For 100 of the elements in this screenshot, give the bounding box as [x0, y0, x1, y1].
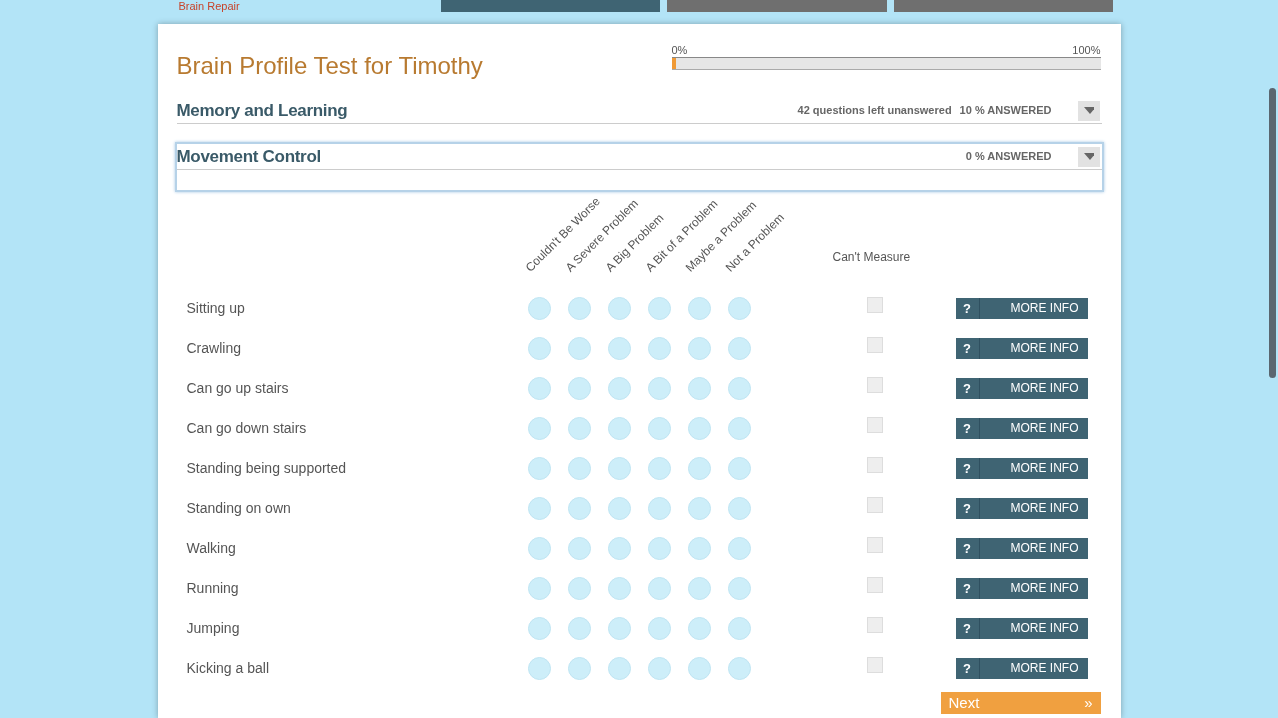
- rating-radio[interactable]: [527, 656, 551, 680]
- cant-measure-checkbox[interactable]: [866, 377, 883, 393]
- rating-radio[interactable]: [527, 576, 551, 600]
- rating-radio[interactable]: [687, 376, 711, 400]
- rating-radio[interactable]: [567, 336, 591, 360]
- section-panel[interactable]: Movement Control 0 % ANSWERED: [174, 142, 1104, 192]
- rating-radio[interactable]: [727, 536, 751, 560]
- cant-measure-checkbox[interactable]: [866, 337, 883, 353]
- rating-radio[interactable]: [607, 616, 631, 640]
- rating-radio[interactable]: [687, 456, 711, 480]
- cant-measure-checkbox[interactable]: [866, 497, 883, 513]
- cant-measure-checkbox[interactable]: [866, 537, 883, 553]
- more-info-button[interactable]: ? MORE INFO: [955, 337, 1088, 359]
- question-label: Sitting up: [186, 298, 245, 318]
- rating-radio[interactable]: [687, 656, 711, 680]
- rating-radio[interactable]: [727, 616, 751, 640]
- rating-radio[interactable]: [607, 336, 631, 360]
- more-info-button[interactable]: ? MORE INFO: [955, 657, 1088, 679]
- more-info-button[interactable]: ? MORE INFO: [955, 417, 1088, 439]
- rating-radio[interactable]: [727, 336, 751, 360]
- rating-radio[interactable]: [567, 656, 591, 680]
- more-info-button[interactable]: ? MORE INFO: [955, 497, 1088, 519]
- answered-percent: 10 % ANSWERED: [959, 103, 1052, 119]
- rating-radio[interactable]: [647, 496, 671, 520]
- nav-tab[interactable]: [893, 0, 1114, 12]
- rating-radio[interactable]: [727, 416, 751, 440]
- rating-radio[interactable]: [727, 296, 751, 320]
- scrollbar[interactable]: [1269, 88, 1276, 378]
- rating-radio[interactable]: [567, 416, 591, 440]
- rating-radio[interactable]: [607, 656, 631, 680]
- nav-tab[interactable]: [667, 0, 887, 12]
- rating-radio[interactable]: [527, 416, 551, 440]
- rating-radio[interactable]: [567, 576, 591, 600]
- rating-radio[interactable]: [687, 496, 711, 520]
- rating-radio[interactable]: [647, 416, 671, 440]
- more-info-button[interactable]: ? MORE INFO: [955, 377, 1088, 399]
- rating-radio[interactable]: [727, 576, 751, 600]
- rating-radio[interactable]: [647, 296, 671, 320]
- progress-max-label: 100%: [1072, 44, 1101, 57]
- rating-radio[interactable]: [527, 496, 551, 520]
- rating-radio[interactable]: [727, 376, 751, 400]
- rating-radio[interactable]: [567, 376, 591, 400]
- rating-radio[interactable]: [527, 616, 551, 640]
- rating-radio[interactable]: [727, 656, 751, 680]
- expand-button[interactable]: [1077, 100, 1100, 121]
- more-info-button[interactable]: ? MORE INFO: [955, 617, 1088, 639]
- cant-measure-checkbox[interactable]: [866, 457, 883, 473]
- question-label: Can go up stairs: [186, 378, 289, 398]
- expand-button[interactable]: [1077, 146, 1100, 167]
- rating-radio[interactable]: [687, 536, 711, 560]
- brand-logo[interactable]: Brain Repair: [178, 0, 441, 12]
- rating-radio[interactable]: [567, 456, 591, 480]
- rating-radio[interactable]: [607, 376, 631, 400]
- cant-measure-checkbox[interactable]: [866, 417, 883, 433]
- question-label: Jumping: [186, 618, 240, 638]
- more-info-button[interactable]: ? MORE INFO: [955, 577, 1088, 599]
- rating-radio[interactable]: [527, 336, 551, 360]
- rating-radio[interactable]: [527, 536, 551, 560]
- rating-radio[interactable]: [687, 616, 711, 640]
- rating-radio[interactable]: [647, 456, 671, 480]
- rating-radio[interactable]: [647, 576, 671, 600]
- rating-radio[interactable]: [647, 616, 671, 640]
- rating-radio[interactable]: [687, 576, 711, 600]
- rating-radio[interactable]: [567, 536, 591, 560]
- rating-radio[interactable]: [527, 456, 551, 480]
- more-info-button[interactable]: ? MORE INFO: [955, 297, 1088, 319]
- rating-radio[interactable]: [527, 296, 551, 320]
- cant-measure-checkbox[interactable]: [866, 657, 883, 673]
- rating-radio[interactable]: [567, 496, 591, 520]
- rating-radio[interactable]: [647, 656, 671, 680]
- nav-tab[interactable]: [440, 0, 661, 12]
- rating-radio[interactable]: [687, 416, 711, 440]
- question-label: Kicking a ball: [186, 658, 269, 678]
- cant-measure-checkbox[interactable]: [866, 577, 883, 593]
- section-title: Movement Control: [176, 145, 321, 168]
- rating-radio[interactable]: [567, 616, 591, 640]
- more-info-button[interactable]: ? MORE INFO: [955, 457, 1088, 479]
- rating-radio[interactable]: [727, 456, 751, 480]
- rating-radio[interactable]: [607, 496, 631, 520]
- rating-radio[interactable]: [607, 536, 631, 560]
- rating-radio[interactable]: [527, 376, 551, 400]
- rating-radio[interactable]: [647, 536, 671, 560]
- question-label: Running: [186, 578, 239, 598]
- rating-radio[interactable]: [727, 496, 751, 520]
- rating-radio[interactable]: [607, 576, 631, 600]
- cant-measure-checkbox[interactable]: [866, 617, 883, 633]
- question-label: Can go down stairs: [186, 418, 307, 438]
- rating-radio[interactable]: [607, 296, 631, 320]
- rating-radio[interactable]: [607, 416, 631, 440]
- rating-radio[interactable]: [647, 336, 671, 360]
- question-label: Standing being supported: [186, 458, 347, 478]
- rating-radio[interactable]: [687, 336, 711, 360]
- more-info-button[interactable]: ? MORE INFO: [955, 537, 1088, 559]
- cant-measure-checkbox[interactable]: [866, 297, 883, 313]
- caret-icon: [1083, 106, 1094, 115]
- rating-radio[interactable]: [607, 456, 631, 480]
- rating-radio[interactable]: [567, 296, 591, 320]
- rating-radio[interactable]: [687, 296, 711, 320]
- rating-radio[interactable]: [647, 376, 671, 400]
- column-heading: Can't Measure: [832, 249, 911, 266]
